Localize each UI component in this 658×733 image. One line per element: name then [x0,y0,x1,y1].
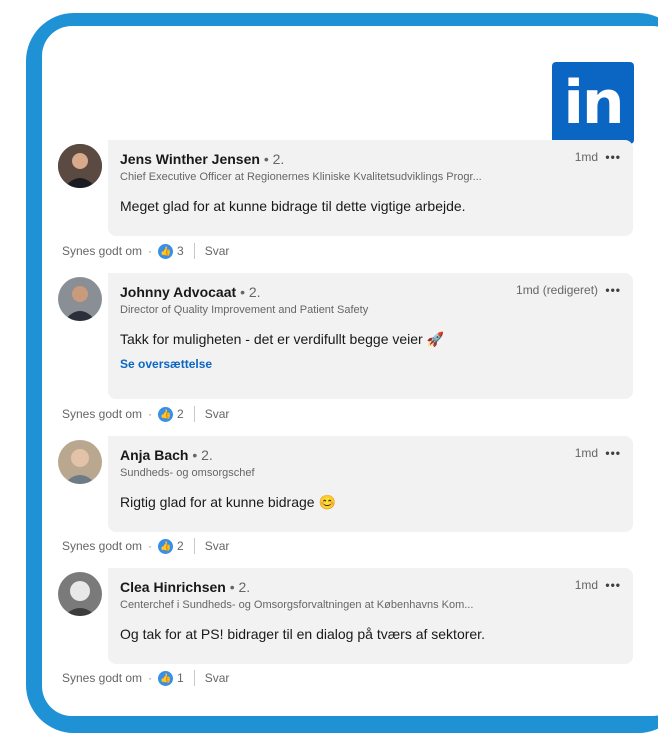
avatar-photo-icon [58,277,102,321]
connection-degree: • 2. [240,284,261,300]
reply-button[interactable]: Svar [205,244,230,258]
comment-text: Takk for muligheten - det er verdifullt … [120,331,445,347]
comment-time: 1md [574,578,599,592]
divider [193,406,195,422]
comment-text: Og tak for at PS! bidrager til en dialog… [120,626,485,642]
commenter-name[interactable]: Anja Bach [120,447,188,463]
like-count[interactable]: 1 [177,671,184,685]
commenter-headline: Sundheds- og omsorgschef [120,467,255,479]
like-count[interactable]: 2 [177,407,184,421]
separator-dot: · [148,539,153,553]
more-options-icon[interactable]: ••• [605,446,621,460]
reply-button[interactable]: Svar [205,407,230,421]
comment-bubble: Anja Bach • 2. 1md ••• Sundheds- og omso… [108,436,633,532]
avatar-photo-icon [58,144,102,188]
comment-time: 1md [574,150,599,164]
connection-degree: • 2. [263,151,285,167]
comment-actions: Synes godt om · 👍 2 Svar [62,538,229,554]
more-options-icon[interactable]: ••• [605,283,621,297]
commenter-name[interactable]: Jens Winther Jensen [120,151,260,167]
comment-actions: Synes godt om · 👍 1 Svar [62,670,229,686]
like-count[interactable]: 2 [177,539,184,553]
like-button[interactable]: Synes godt om [62,671,142,685]
comment-bubble: Jens Winther Jensen • 2. 1md ••• Chief E… [108,140,633,236]
avatar[interactable] [58,144,102,188]
like-button[interactable]: Synes godt om [62,539,142,553]
commenter-name[interactable]: Johnny Advocaat [120,284,236,300]
separator-dot: · [148,407,153,421]
divider [193,538,195,554]
separator-dot: · [148,671,153,685]
comment-bubble: Johnny Advocaat • 2. 1md (redigeret) •••… [108,273,633,399]
avatar[interactable] [58,440,102,484]
like-reaction-icon: 👍 [158,670,174,686]
comment-time: 1md [574,446,599,460]
reply-button[interactable]: Svar [205,671,230,685]
like-button[interactable]: Synes godt om [62,244,142,258]
commenter-name-row: Anja Bach • 2. [120,446,621,464]
commenter-headline: Director of Quality Improvement and Pati… [120,304,369,316]
avatar-photo-icon [58,572,102,616]
avatar[interactable] [58,277,102,321]
commenter-name-row: Clea Hinrichsen • 2. [120,578,621,596]
connection-degree: • 2. [192,447,213,463]
divider [193,243,195,259]
connection-degree: • 2. [229,579,251,595]
comment-text: Rigtig glad for at kunne bidrage 😊 [120,494,336,510]
comment-time: 1md (redigeret) [516,283,599,297]
comment-meta: 1md ••• [575,150,621,164]
see-translation-link[interactable]: Se oversættelse [120,357,621,371]
like-reaction-icon: 👍 [158,243,174,259]
avatar[interactable] [58,572,102,616]
more-options-icon[interactable]: ••• [605,578,621,592]
separator-dot: · [148,244,153,258]
like-button[interactable]: Synes godt om [62,407,142,421]
divider [193,670,195,686]
more-options-icon[interactable]: ••• [605,150,621,164]
comment-meta: 1md (redigeret) ••• [516,283,621,297]
comment-meta: 1md ••• [575,446,621,460]
comment-actions: Synes godt om · 👍 3 Svar [62,243,229,259]
commenter-name-row: Jens Winther Jensen • 2. [120,150,621,168]
avatar-photo-icon [58,440,102,484]
like-reaction-icon: 👍 [158,406,174,422]
comment-actions: Synes godt om · 👍 2 Svar [62,406,229,422]
commenter-headline: Chief Executive Officer at Regionernes K… [120,171,482,183]
linkedin-logo-icon: in [552,62,634,144]
commenter-name[interactable]: Clea Hinrichsen [120,579,226,595]
like-reaction-icon: 👍 [158,538,174,554]
comment-meta: 1md ••• [575,578,621,592]
comment-text: Meget glad for at kunne bidrage til dett… [120,198,466,214]
commenter-headline: Centerchef i Sundheds- og Omsorgsforvalt… [120,599,474,611]
comment-bubble: Clea Hinrichsen • 2. 1md ••• Centerchef … [108,568,633,664]
like-count[interactable]: 3 [177,244,184,258]
reply-button[interactable]: Svar [205,539,230,553]
